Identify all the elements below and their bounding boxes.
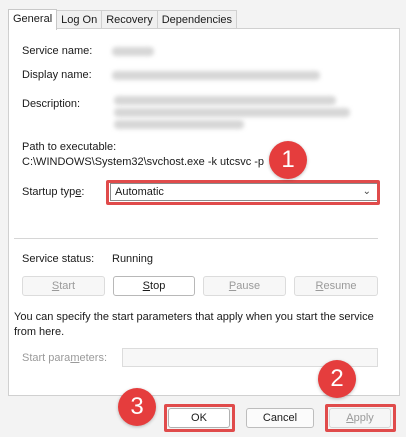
path-value: C:\WINDOWS\System32\svchost.exe -k utcsv… bbox=[22, 156, 265, 168]
service-name-label: Service name: bbox=[22, 45, 93, 57]
service-status-label: Service status: bbox=[22, 253, 95, 265]
tab-log-on[interactable]: Log On bbox=[56, 10, 103, 29]
stop-button[interactable]: Stop bbox=[113, 276, 195, 296]
annotation-badge-1: 1 bbox=[269, 141, 307, 179]
annotation-badge-3: 3 bbox=[118, 388, 156, 426]
tab-recovery[interactable]: Recovery bbox=[101, 10, 158, 29]
ok-button-highlight bbox=[164, 404, 235, 432]
start-parameters-label: Start parameters: bbox=[22, 352, 107, 364]
separator bbox=[14, 238, 378, 239]
tab-strip: General Log On Recovery Dependencies bbox=[8, 9, 238, 30]
service-status-value: Running bbox=[112, 253, 153, 265]
description-line-3-blurred bbox=[114, 120, 244, 129]
annotation-badge-2: 2 bbox=[318, 360, 356, 398]
apply-button-highlight bbox=[325, 404, 396, 432]
startup-type-label: Startup type: bbox=[22, 186, 85, 198]
tab-general[interactable]: General bbox=[8, 9, 58, 30]
general-panel bbox=[8, 28, 400, 396]
display-name-label: Display name: bbox=[22, 69, 92, 81]
cancel-button[interactable]: Cancel bbox=[246, 408, 314, 428]
tab-dependencies[interactable]: Dependencies bbox=[156, 10, 238, 29]
startup-type-highlight bbox=[106, 180, 380, 205]
path-label: Path to executable: bbox=[22, 141, 117, 153]
description-line-1-blurred bbox=[114, 96, 336, 105]
pause-button[interactable]: Pause bbox=[203, 276, 286, 296]
description-label: Description: bbox=[22, 98, 81, 110]
service-name-value-blurred bbox=[112, 47, 154, 56]
display-name-value-blurred bbox=[112, 71, 320, 80]
start-parameters-help: You can specify the start parameters tha… bbox=[14, 311, 374, 338]
resume-button[interactable]: Resume bbox=[294, 276, 378, 296]
start-button[interactable]: Start bbox=[22, 276, 105, 296]
description-line-2-blurred bbox=[114, 108, 350, 117]
